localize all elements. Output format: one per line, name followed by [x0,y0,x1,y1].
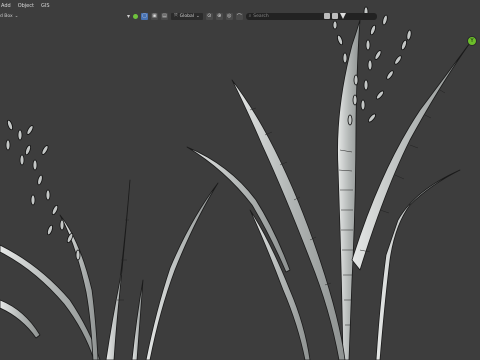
select-extend-icon[interactable]: ▣ [151,12,159,20]
grass-blade [0,299,41,339]
menu-add[interactable]: Add [0,3,12,9]
search-placeholder: Search [253,13,269,19]
grass-blade [375,169,461,360]
select-mode-dropdown[interactable]: d Box ⌄ [0,13,20,20]
header-menu: Add Object GIS [0,0,51,12]
3d-viewport[interactable]: Add Object GIS d Box ⌄ ▾ ▢ ▣ ▤ ⤧ Global … [0,0,480,360]
gizmo-axis-label: Y [470,38,474,44]
chevron-down-icon: ⌄ [195,13,200,19]
search-input[interactable]: ⌕ Search [245,12,377,20]
grass-blade [59,214,99,360]
search-icon: ⌕ [248,14,252,19]
mode-label: d Box [0,14,13,19]
grass-blade [145,182,219,360]
select-subtract-icon[interactable]: ▤ [161,12,169,20]
camera-icon[interactable] [324,13,330,19]
grass-mesh-scene[interactable] [0,0,480,360]
funnel-icon[interactable] [340,13,346,19]
chevron-down-icon: ⌄ [14,14,19,19]
orientation-icon: ⤧ [174,14,178,19]
transform-orientation-dropdown[interactable]: ⤧ Global ⌄ [171,12,203,20]
render-icon[interactable] [332,13,338,19]
seed-cluster [5,119,81,261]
orientation-label: Global [179,13,194,19]
grass-blade [131,279,144,360]
snap-icon[interactable]: ⊕ [215,12,223,20]
green-dot-icon[interactable] [133,13,139,19]
filter-tools [324,11,346,21]
menu-gis[interactable]: GIS [40,3,51,9]
proportional-edit-icon[interactable]: ◎ [225,12,233,20]
grass-blade [351,39,473,271]
view-icon[interactable]: ▾ [127,13,130,20]
pivot-icon[interactable]: ⊙ [205,12,213,20]
navigation-gizmo-y-axis[interactable]: Y [467,36,477,46]
menu-object[interactable]: Object [17,3,35,9]
grass-blade [231,79,346,360]
grass-blade [0,244,101,360]
falloff-icon[interactable]: ⌒ [235,12,243,20]
grass-blade [105,179,131,360]
select-box-icon[interactable]: ▢ [141,12,149,20]
